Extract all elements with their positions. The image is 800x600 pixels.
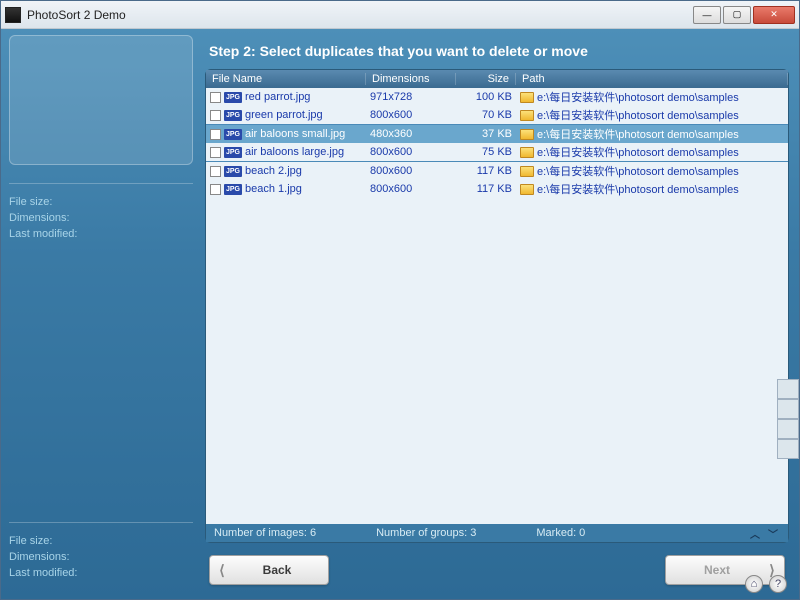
- table-row[interactable]: JPGair baloons small.jpg 480x36037 KB e:\每…: [206, 125, 788, 143]
- titlebar[interactable]: PhotoSort 2 Demo — ▢ ✕: [1, 1, 799, 29]
- row-checkbox[interactable]: [210, 166, 221, 177]
- file-name: beach 1.jpg: [245, 183, 302, 195]
- app-icon: [5, 7, 21, 23]
- col-path[interactable]: Path: [516, 73, 788, 85]
- table-row[interactable]: JPGbeach 1.jpg 800x600117 KB e:\每日安装软件\pho…: [206, 180, 788, 198]
- file-dimensions: 800x600: [366, 146, 456, 158]
- table-header: File Name Dimensions Size Path: [206, 70, 788, 88]
- file-size: 117 KB: [456, 183, 516, 195]
- jpg-icon: JPG: [224, 166, 242, 177]
- folder-icon: [520, 184, 534, 195]
- file-path: e:\每日安装软件\photosort demo\samples: [537, 126, 739, 142]
- filesize-label: File size:: [9, 194, 193, 210]
- settings-icon[interactable]: ⌂: [745, 575, 763, 593]
- info-block-2: File size: Dimensions: Last modified:: [9, 533, 193, 581]
- prev-group-icon[interactable]: ︿: [748, 527, 762, 539]
- col-size[interactable]: Size: [456, 73, 516, 85]
- app-window: PhotoSort 2 Demo — ▢ ✕ File size: Dimens…: [0, 0, 800, 600]
- col-filename[interactable]: File Name: [206, 73, 366, 85]
- back-button[interactable]: ⟨ Back: [209, 555, 329, 585]
- folder-icon: [520, 147, 534, 158]
- close-button[interactable]: ✕: [753, 6, 795, 24]
- file-path: e:\每日安装软件\photosort demo\samples: [537, 163, 739, 179]
- row-checkbox[interactable]: [210, 110, 221, 121]
- jpg-icon: JPG: [224, 92, 242, 103]
- info-block-1: File size: Dimensions: Last modified:: [9, 194, 193, 242]
- sidebar: File size: Dimensions: Last modified: Fi…: [1, 29, 201, 599]
- preview-box-1: [9, 35, 193, 165]
- file-path: e:\每日安装软件\photosort demo\samples: [537, 181, 739, 197]
- file-dimensions: 480x360: [366, 128, 456, 140]
- chevron-left-icon: ⟨: [210, 562, 234, 579]
- thumb-slot[interactable]: [777, 379, 799, 399]
- file-name: green parrot.jpg: [245, 109, 323, 121]
- folder-icon: [520, 110, 534, 121]
- file-dimensions: 800x600: [366, 109, 456, 121]
- app-body: File size: Dimensions: Last modified: Fi…: [1, 29, 799, 599]
- file-size: 37 KB: [456, 128, 516, 140]
- thumb-slot[interactable]: [777, 419, 799, 439]
- table-row[interactable]: JPGair baloons large.jpg 800x60075 KB e:\每…: [206, 143, 788, 161]
- file-path: e:\每日安装软件\photosort demo\samples: [537, 107, 739, 123]
- minimize-button[interactable]: —: [693, 6, 721, 24]
- bottom-icons: ⌂ ?: [745, 575, 787, 593]
- jpg-icon: JPG: [224, 184, 242, 195]
- dimensions-label: Dimensions:: [9, 210, 193, 226]
- folder-icon: [520, 129, 534, 140]
- table-row[interactable]: JPGgreen parrot.jpg 800x60070 KB e:\每日安装软件…: [206, 106, 788, 124]
- file-size: 75 KB: [456, 146, 516, 158]
- file-dimensions: 800x600: [366, 183, 456, 195]
- thumb-slot[interactable]: [777, 439, 799, 459]
- help-icon[interactable]: ?: [769, 575, 787, 593]
- thumbnail-strip: [777, 379, 799, 459]
- lastmod-label: Last modified:: [9, 565, 193, 581]
- col-dimensions[interactable]: Dimensions: [366, 73, 456, 85]
- nav-buttons: ⟨ Back Next ⟩: [205, 543, 789, 591]
- step-title: Step 2: Select duplicates that you want …: [205, 37, 789, 69]
- window-title: PhotoSort 2 Demo: [27, 8, 693, 22]
- file-size: 117 KB: [456, 165, 516, 177]
- dimensions-label: Dimensions:: [9, 549, 193, 565]
- table-row[interactable]: JPGred parrot.jpg 971x728100 KB e:\每日安装软件\…: [206, 88, 788, 106]
- row-checkbox[interactable]: [210, 92, 221, 103]
- table-row[interactable]: JPGbeach 2.jpg 800x600117 KB e:\每日安装软件\pho…: [206, 162, 788, 180]
- folder-icon: [520, 166, 534, 177]
- file-name: air baloons small.jpg: [245, 128, 345, 140]
- file-path: e:\每日安装软件\photosort demo\samples: [537, 144, 739, 160]
- back-label: Back: [234, 563, 328, 577]
- file-dimensions: 800x600: [366, 165, 456, 177]
- status-marked: Marked: 0: [536, 527, 585, 539]
- row-checkbox[interactable]: [210, 147, 221, 158]
- row-checkbox[interactable]: [210, 184, 221, 195]
- next-group-icon[interactable]: ﹀: [766, 527, 780, 539]
- maximize-button[interactable]: ▢: [723, 6, 751, 24]
- thumb-slot[interactable]: [777, 399, 799, 419]
- main-panel: Step 2: Select duplicates that you want …: [201, 29, 799, 599]
- file-name: air baloons large.jpg: [245, 146, 344, 158]
- file-dimensions: 971x728: [366, 91, 456, 103]
- jpg-icon: JPG: [224, 129, 242, 140]
- window-controls: — ▢ ✕: [693, 6, 795, 24]
- files-table: File Name Dimensions Size Path JPGred pa…: [205, 69, 789, 543]
- file-path: e:\每日安装软件\photosort demo\samples: [537, 89, 739, 105]
- table-body: JPGred parrot.jpg971x728100 KBe:\每日安装软件\…: [206, 88, 788, 524]
- jpg-icon: JPG: [224, 147, 242, 158]
- jpg-icon: JPG: [224, 110, 242, 121]
- folder-icon: [520, 92, 534, 103]
- file-name: beach 2.jpg: [245, 165, 302, 177]
- filesize-label: File size:: [9, 533, 193, 549]
- status-groups: Number of groups: 3: [376, 527, 476, 539]
- status-images: Number of images: 6: [214, 527, 316, 539]
- file-size: 70 KB: [456, 109, 516, 121]
- row-checkbox[interactable]: [210, 129, 221, 140]
- file-size: 100 KB: [456, 91, 516, 103]
- file-name: red parrot.jpg: [245, 91, 310, 103]
- lastmod-label: Last modified:: [9, 226, 193, 242]
- status-bar: Number of images: 6 Number of groups: 3 …: [206, 524, 788, 542]
